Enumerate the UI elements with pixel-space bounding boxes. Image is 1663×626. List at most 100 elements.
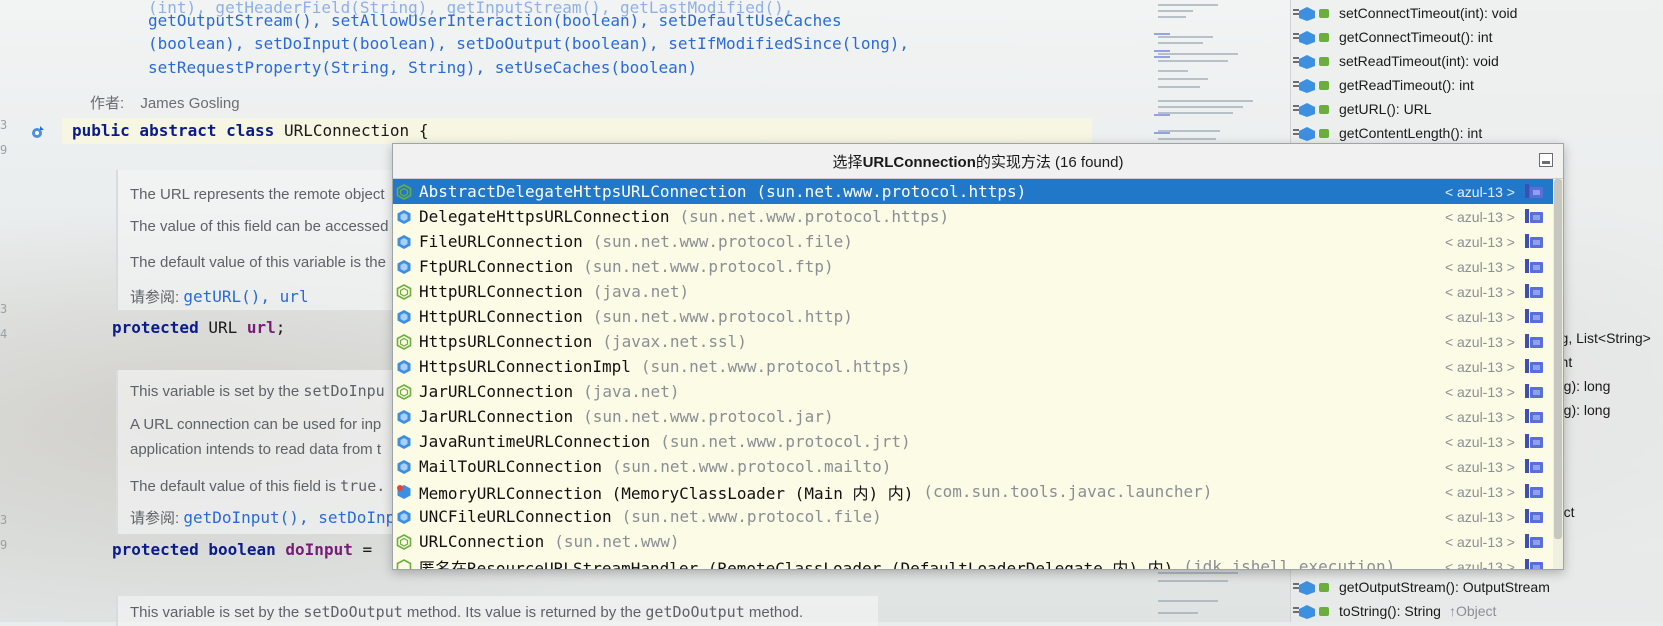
library-icon <box>1525 184 1543 198</box>
structure-item[interactable]: toString(): String ↑Object <box>1293 599 1496 623</box>
doc-code: getDoOutput <box>645 603 745 621</box>
doc-code: true. <box>340 477 386 495</box>
class-name: JavaRuntimeURLConnection <box>419 432 651 451</box>
class-name: AbstractDelegateHttpsURLConnection <box>419 182 747 201</box>
class-name: UNCFileURLConnection <box>419 507 612 526</box>
class-name: JarURLConnection <box>419 407 574 426</box>
structure-item-label: getContentLength(): int <box>1339 125 1483 141</box>
implementation-row[interactable]: DelegateHttpsURLConnection (sun.net.www.p… <box>393 204 1553 229</box>
brace: { <box>418 121 429 140</box>
implementation-row[interactable]: MemoryURLConnection (MemoryClassLoader (… <box>393 479 1553 504</box>
jdk-label: < azul-13 > <box>1444 283 1515 300</box>
implementation-row[interactable]: 匿名在ResourceURLStreamHandler (RemoteClass… <box>393 554 1553 569</box>
library-icon <box>1525 384 1543 398</box>
doc-link[interactable]: setDoInput(boolean) <box>254 34 437 53</box>
method-icon <box>1291 603 1335 619</box>
implementation-row[interactable]: FileURLConnection (sun.net.www.protocol.f… <box>393 229 1553 254</box>
doc-link[interactable]: getDoInput() <box>183 508 299 527</box>
implementation-row[interactable]: HttpsURLConnectionImpl (sun.net.www.proto… <box>393 354 1553 379</box>
field-declaration[interactable]: protected boolean doInput = <box>112 540 372 559</box>
implementation-row[interactable]: HttpURLConnection (java.net) < azul-13 > <box>393 279 1553 304</box>
library-icon <box>1525 459 1543 473</box>
structure-item-label: getOutputStream(): OutputStream <box>1339 579 1550 595</box>
implemented-by-gutter-icon[interactable] <box>30 124 46 140</box>
library-icon <box>1525 309 1543 323</box>
line-number: 3 <box>0 302 8 316</box>
doc-link[interactable]: getURL() <box>183 287 260 306</box>
implementation-row[interactable]: AbstractDelegateHttpsURLConnection (sun.n… <box>393 179 1553 204</box>
class-name: FileURLConnection <box>419 232 583 251</box>
type-name: URL <box>208 318 238 337</box>
implementation-row[interactable]: JarURLConnection (sun.net.www.protocol.ja… <box>393 404 1553 429</box>
structure-item[interactable]: getContentLength(): int <box>1293 121 1483 145</box>
jdk-label: < azul-13 > <box>1444 458 1515 475</box>
package-name: (java.net) <box>592 282 690 301</box>
jdk-label: < azul-13 > <box>1444 408 1515 425</box>
library-icon <box>1525 259 1543 273</box>
pin-icon[interactable] <box>1539 153 1553 167</box>
implementation-row[interactable]: JarURLConnection (java.net) < azul-13 > <box>393 379 1553 404</box>
jdk-label: < azul-13 > <box>1444 258 1515 275</box>
structure-item[interactable]: getOutputStream(): OutputStream <box>1293 575 1550 599</box>
choose-implementation-popup[interactable]: 选择URLConnection的实现方法 (16 found) Abstract… <box>392 143 1564 570</box>
library-icon <box>1525 409 1543 423</box>
structure-item[interactable]: getReadTimeout(): int <box>1293 73 1474 97</box>
jdk-label: < azul-13 > <box>1444 233 1515 250</box>
structure-item-label: getURL(): URL <box>1339 101 1432 117</box>
line-number: 3 <box>0 513 8 527</box>
field-declaration[interactable]: protected URL url; <box>112 318 285 337</box>
scrollbar[interactable] <box>1553 179 1563 569</box>
keyword: protected boolean <box>112 540 276 559</box>
doc-link[interactable]: getOutputStream() <box>148 11 312 30</box>
doc-link[interactable]: setDoOutput(boolean) <box>456 34 649 53</box>
class-name: HttpsURLConnection <box>419 332 593 351</box>
doc-link[interactable]: setDefaultUseCaches <box>659 11 842 30</box>
library-icon <box>1525 434 1543 448</box>
class-declaration[interactable]: public abstract class URLConnection { <box>72 121 428 140</box>
structure-item[interactable]: getConnectTimeout(): int <box>1293 25 1493 49</box>
class-icon <box>396 459 412 475</box>
popup-title: 选择URLConnection的实现方法 (16 found) <box>832 153 1124 171</box>
library-icon <box>1525 534 1543 548</box>
class-icon <box>396 509 412 525</box>
structure-item[interactable]: getURL(): URL <box>1293 97 1432 121</box>
doc-link[interactable]: setIfModifiedSince(long) <box>668 34 899 53</box>
implementation-row[interactable]: URLConnection (sun.net.www) < azul-13 > <box>393 529 1553 554</box>
library-icon <box>1525 509 1543 523</box>
implementation-row[interactable]: JavaRuntimeURLConnection (sun.net.www.pro… <box>393 429 1553 454</box>
abstract-class-icon <box>396 533 412 550</box>
package-name: (javax.net.ssl) <box>602 332 747 351</box>
doc-link[interactable]: setRequestProperty(String, String) <box>148 58 476 77</box>
field-name: url <box>246 318 276 337</box>
jdk-label: < azul-13 > <box>1444 433 1515 450</box>
abstract-class-icon <box>396 183 412 200</box>
structure-item[interactable]: setConnectTimeout(int): void <box>1293 1 1518 25</box>
implementation-row[interactable]: MailToURLConnection (sun.net.www.protocol… <box>393 454 1553 479</box>
implementation-list[interactable]: AbstractDelegateHttpsURLConnection (sun.n… <box>393 179 1553 569</box>
jdk-label: < azul-13 > <box>1444 333 1515 350</box>
author-value: James Gosling <box>140 95 240 112</box>
method-icon <box>1291 101 1335 117</box>
implementation-row[interactable]: HttpsURLConnection (javax.net.ssl) < azul-… <box>393 329 1553 354</box>
structure-item-label: setConnectTimeout(int): void <box>1339 5 1518 21</box>
doc-link[interactable]: (boolean) <box>148 34 235 53</box>
doc-link[interactable]: setUseCaches(boolean) <box>495 58 697 77</box>
structure-item[interactable]: setReadTimeout(int): void <box>1293 49 1499 73</box>
field-name: doInput <box>285 540 353 559</box>
doc-text: The default value of this field is true. <box>130 477 385 495</box>
scrollbar-thumb[interactable] <box>1554 179 1562 539</box>
doc-link[interactable]: setDoInp <box>318 508 395 527</box>
implementation-row[interactable]: HttpURLConnection (sun.net.www.protocol.h… <box>393 304 1553 329</box>
class-icon <box>396 409 412 425</box>
doc-link[interactable]: setAllowUserInteraction(boolean) <box>331 11 639 30</box>
structure-item-label: getConnectTimeout(): int <box>1339 29 1493 45</box>
doc-see-also-line: (boolean), setDoInput(boolean), setDoOut… <box>148 34 910 53</box>
package-name: (sun.net.www.protocol.http) <box>592 307 853 326</box>
doc-link[interactable]: url <box>280 287 309 306</box>
implementation-row[interactable]: UNCFileURLConnection (sun.net.www.protoco… <box>393 504 1553 529</box>
class-icon <box>396 209 412 225</box>
package-name: (sun.net.www.protocol.file) <box>592 232 853 251</box>
doc-text: The default value of this variable is th… <box>130 254 386 271</box>
library-icon <box>1525 284 1543 298</box>
implementation-row[interactable]: FtpURLConnection (sun.net.www.protocol.ft… <box>393 254 1553 279</box>
